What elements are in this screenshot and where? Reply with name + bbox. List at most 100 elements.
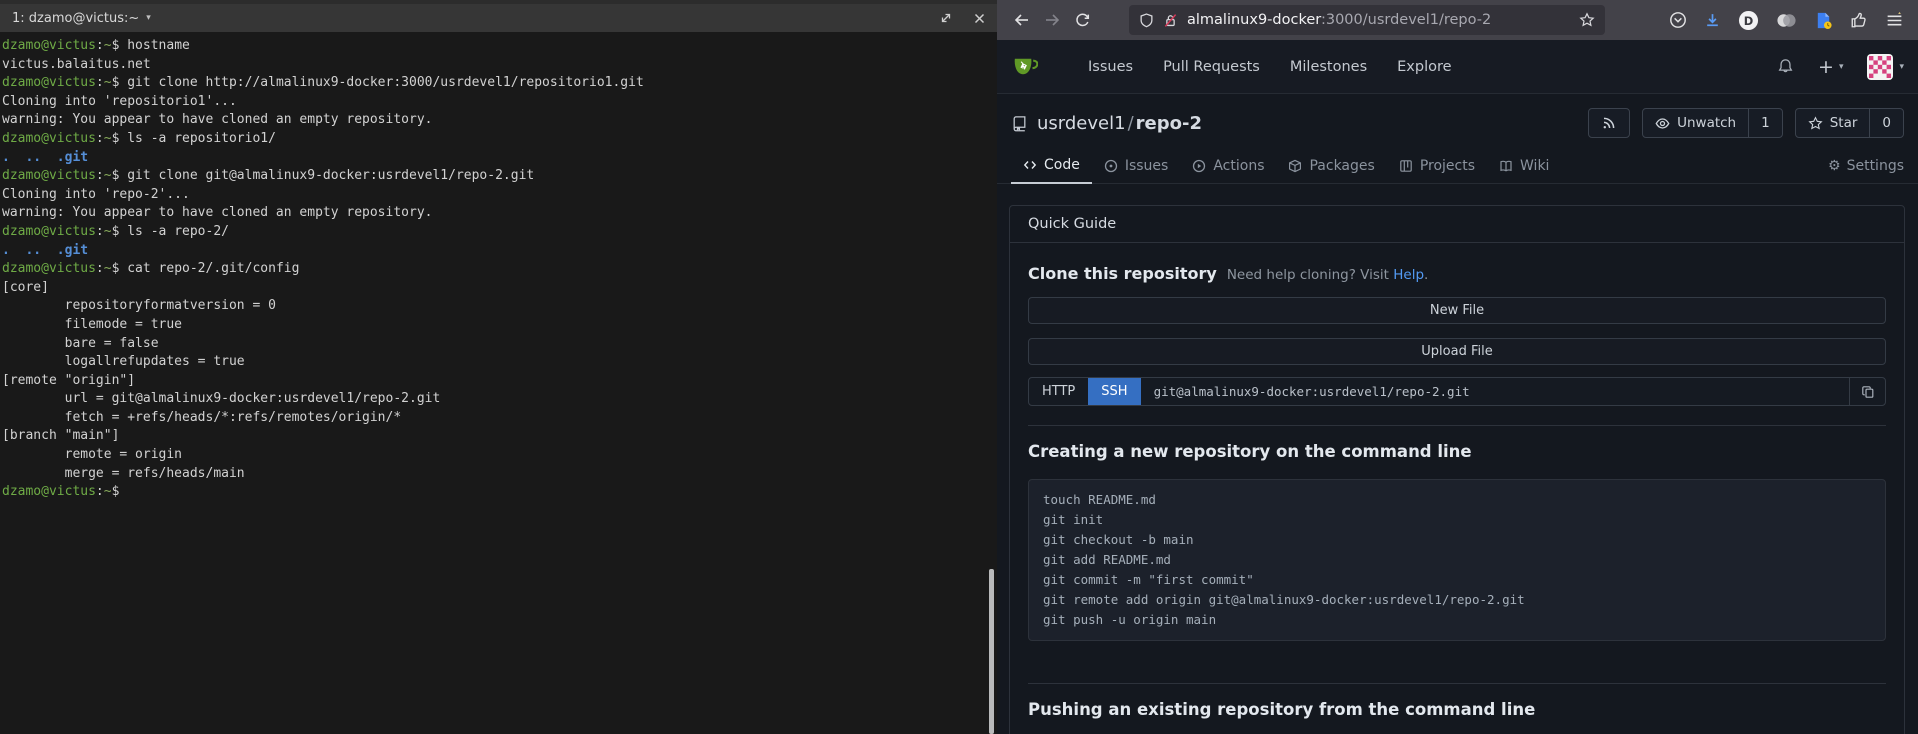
quick-guide-header: Quick Guide xyxy=(1009,205,1905,243)
upload-file-button[interactable]: Upload File xyxy=(1028,338,1886,365)
document-extension-icon[interactable] xyxy=(1814,11,1833,30)
repo-book-icon xyxy=(1011,115,1028,132)
url-path: :3000/usrdevel1/repo-2 xyxy=(1321,12,1491,28)
download-icon[interactable] xyxy=(1704,12,1721,29)
d-extension-icon[interactable]: D xyxy=(1738,10,1759,31)
close-icon[interactable] xyxy=(974,13,985,24)
nav-explore[interactable]: Explore xyxy=(1397,59,1451,75)
terminal-line: bare = false xyxy=(2,335,995,354)
thumb-extension-icon[interactable] xyxy=(1850,11,1868,29)
pocket-icon[interactable] xyxy=(1669,11,1687,29)
tab-settings[interactable]: ⚙ Settings xyxy=(1828,158,1904,183)
play-circle-icon xyxy=(1192,159,1206,173)
package-icon xyxy=(1288,159,1302,173)
clone-help-period: . xyxy=(1424,267,1428,283)
restore-window-icon[interactable] xyxy=(940,12,952,24)
terminal-body[interactable]: dzamo@victus:~$ hostnamevictus.balaitus.… xyxy=(0,32,997,734)
back-button[interactable] xyxy=(1007,5,1037,35)
terminal-line: [core] xyxy=(2,279,995,298)
ssh-protocol-button[interactable]: SSH xyxy=(1088,378,1140,405)
clone-heading: Clone this repository xyxy=(1028,264,1217,283)
tab-issues[interactable]: Issues xyxy=(1092,158,1181,183)
http-protocol-button[interactable]: HTTP xyxy=(1029,378,1088,405)
account-circles-icon[interactable] xyxy=(1776,10,1797,31)
terminal-line: logallrefupdates = true xyxy=(2,353,995,372)
terminal-title-text: 1: dzamo@victus:~ xyxy=(12,11,139,26)
menu-icon[interactable] xyxy=(1885,11,1904,30)
chevron-down-icon: ▾ xyxy=(1839,62,1844,72)
clone-url-input[interactable]: git@almalinux9-docker:usrdevel1/repo-2.g… xyxy=(1141,378,1849,405)
new-file-button[interactable]: New File xyxy=(1028,297,1886,324)
nav-milestones[interactable]: Milestones xyxy=(1290,59,1367,75)
copy-url-button[interactable] xyxy=(1849,378,1885,405)
unwatch-label: Unwatch xyxy=(1677,115,1736,131)
eye-icon xyxy=(1655,116,1670,131)
nav-pull-requests[interactable]: Pull Requests xyxy=(1163,59,1260,75)
star-label: Star xyxy=(1830,115,1858,131)
terminal-line: Cloning into 'repo-2'... xyxy=(2,186,995,205)
terminal-titlebar: 1: dzamo@victus:~ ▾ xyxy=(0,0,997,32)
section-heading-existing-repo: Pushing an existing repository from the … xyxy=(1028,700,1886,719)
terminal-line: [branch "main"] xyxy=(2,427,995,446)
insecure-lock-icon[interactable] xyxy=(1163,13,1178,28)
wiki-book-icon xyxy=(1499,159,1513,173)
quick-guide-title: Quick Guide xyxy=(1028,216,1116,232)
unwatch-button[interactable]: Unwatch xyxy=(1643,109,1748,137)
rss-icon xyxy=(1602,116,1616,130)
reload-button[interactable] xyxy=(1067,5,1097,35)
terminal-title: 1: dzamo@victus:~ ▾ xyxy=(12,11,151,26)
repo-header: usrdevel1/repo-2 xyxy=(997,94,1918,148)
issue-icon xyxy=(1104,159,1118,173)
terminal-line: dzamo@victus:~$ cat repo-2/.git/config xyxy=(2,260,995,279)
help-link[interactable]: Help xyxy=(1393,267,1424,283)
star-button[interactable]: Star xyxy=(1796,109,1870,137)
tab-packages[interactable]: Packages xyxy=(1276,158,1386,183)
repo-tab-bar: Code Issues Action xyxy=(997,148,1918,184)
user-menu[interactable]: ▾ xyxy=(1867,54,1904,80)
divider xyxy=(1028,683,1886,684)
terminal-line: filemode = true xyxy=(2,316,995,335)
url-bar[interactable]: almalinux9-docker:3000/usrdevel1/repo-2 xyxy=(1129,5,1605,35)
tab-projects[interactable]: Projects xyxy=(1387,158,1487,183)
tab-packages-label: Packages xyxy=(1309,158,1374,174)
tab-wiki[interactable]: Wiki xyxy=(1487,158,1561,183)
repo-owner[interactable]: usrdevel1 xyxy=(1037,113,1126,134)
stars-count[interactable]: 0 xyxy=(1869,109,1903,137)
bell-icon[interactable] xyxy=(1777,58,1794,75)
page-content: Quick Guide Clone this repository Need h… xyxy=(997,184,1918,734)
repo-name[interactable]: repo-2 xyxy=(1136,113,1202,134)
tab-issues-label: Issues xyxy=(1125,158,1169,174)
terminal-line: dzamo@victus:~$ ls -a repo-2/ xyxy=(2,223,995,242)
forward-button[interactable] xyxy=(1037,5,1067,35)
tab-actions[interactable]: Actions xyxy=(1180,158,1276,183)
rss-button[interactable] xyxy=(1588,108,1630,138)
terminal-line: [remote "origin"] xyxy=(2,372,995,391)
create-new-button[interactable]: + ▾ xyxy=(1818,56,1843,78)
chevron-down-icon[interactable]: ▾ xyxy=(146,13,151,23)
nav-issues[interactable]: Issues xyxy=(1088,59,1133,75)
bookmark-star-icon[interactable] xyxy=(1579,12,1595,28)
watchers-count[interactable]: 1 xyxy=(1748,109,1782,137)
tab-code-label: Code xyxy=(1044,157,1080,173)
tab-code[interactable]: Code xyxy=(1011,157,1092,184)
code-icon xyxy=(1023,158,1037,172)
terminal-line: dzamo@victus:~$ git clone http://almalin… xyxy=(2,74,995,93)
chevron-down-icon: ▾ xyxy=(1899,62,1904,72)
terminal-line: Cloning into 'repositorio1'... xyxy=(2,93,995,112)
terminal-scrollbar[interactable] xyxy=(989,569,994,734)
terminal-line: dzamo@victus:~$ xyxy=(2,483,995,502)
terminal-line: remote = origin xyxy=(2,446,995,465)
watch-button-group: Unwatch 1 xyxy=(1642,108,1783,138)
url-text[interactable]: almalinux9-docker:3000/usrdevel1/repo-2 xyxy=(1187,12,1491,28)
terminal-line: warning: You appear to have cloned an em… xyxy=(2,111,995,130)
terminal-line: fetch = +refs/heads/*:refs/remotes/origi… xyxy=(2,409,995,428)
gitea-logo-icon[interactable] xyxy=(1011,53,1038,80)
terminal-line: . .. .git xyxy=(2,149,995,168)
avatar xyxy=(1867,54,1893,80)
plus-icon: + xyxy=(1818,56,1834,78)
project-board-icon xyxy=(1399,159,1413,173)
code-block-new-repo: touch README.md git init git checkout -b… xyxy=(1028,479,1886,641)
shield-icon[interactable] xyxy=(1139,13,1154,28)
clone-url-bar: HTTP SSH git@almalinux9-docker:usrdevel1… xyxy=(1028,377,1886,406)
browser-toolbar: almalinux9-docker:3000/usrdevel1/repo-2 xyxy=(997,0,1918,40)
